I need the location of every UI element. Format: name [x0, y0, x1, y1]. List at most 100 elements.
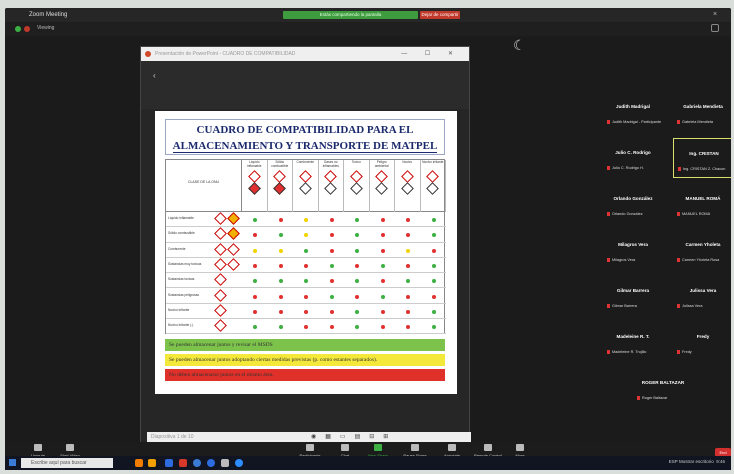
- row-label: Nocivo irritante (-): [168, 323, 194, 328]
- participant-tile[interactable]: Milagros Vera Milagros Vera: [603, 230, 663, 270]
- hazard-pictogram-icon: [324, 170, 338, 183]
- muted-mic-icon: [607, 166, 610, 170]
- participant-label: Orlando González: [612, 212, 643, 216]
- participant-tile[interactable]: Gilmar Barrera Gilmar Barrera: [603, 276, 663, 316]
- compatibility-dot: [406, 218, 410, 222]
- muted-mic-icon: [677, 120, 680, 124]
- app-icon[interactable]: [221, 459, 229, 467]
- app-icon[interactable]: [135, 459, 143, 467]
- participant-name: Madeleine R. T.: [616, 334, 650, 339]
- hazard-class-icon: [324, 182, 338, 195]
- participant-tile[interactable]: Ing. CRISTAN Ing. CRISTAN Z. Chacon: [673, 138, 731, 178]
- participant-tile[interactable]: Judith Madrigal Judith Madrigal - Partici…: [603, 92, 663, 132]
- muted-mic-icon: [607, 304, 610, 308]
- search-input[interactable]: Escribe aquí para buscar: [21, 458, 113, 468]
- compatibility-dot: [406, 248, 410, 253]
- window-controls[interactable]: — ☐ ✕: [401, 47, 461, 61]
- compatibility-dot: [304, 218, 308, 222]
- toolbar-icon: [66, 444, 74, 451]
- compatibility-dot: [253, 263, 257, 268]
- app-icon[interactable]: [148, 459, 156, 467]
- back-arrow-icon[interactable]: ‹: [153, 71, 156, 80]
- column-label: Nocivo: [402, 160, 413, 164]
- system-tray: ESP Mostrar escritorio 9:46: [669, 459, 725, 464]
- window-title: Zoom Meeting: [29, 12, 68, 18]
- windows-start-icon[interactable]: [9, 459, 16, 466]
- view-label[interactable]: Viewing: [37, 25, 54, 31]
- row-label: Sustancias peligrosas: [168, 292, 200, 297]
- compatibility-dot: [253, 294, 257, 299]
- app-icon[interactable]: [179, 459, 187, 467]
- participant-label: Julio C. Rodrigo H.: [612, 166, 644, 170]
- compatibility-dot: [406, 294, 410, 299]
- compatibility-dot: [329, 263, 334, 268]
- tray-text: ESP Mostrar escritorio: [668, 459, 714, 464]
- view-options-icon[interactable]: [711, 24, 719, 32]
- app-icon[interactable]: [207, 459, 215, 467]
- row-label: Sustancias muy toxicas: [168, 261, 202, 266]
- presenter-header: ‹: [141, 61, 469, 109]
- muted-mic-icon: [678, 167, 681, 171]
- zoom-app-icon[interactable]: [235, 459, 243, 467]
- compatibility-dot: [278, 263, 283, 268]
- hazard-class-icon: [349, 182, 363, 195]
- compatibility-dot: [329, 218, 334, 222]
- toolbar-icon: [411, 444, 419, 451]
- table-column-header: Comburente: [293, 160, 319, 212]
- close-icon[interactable]: ×: [713, 8, 717, 22]
- compatibility-dot: [355, 325, 359, 330]
- slide-title-line2: ALMACENAMIENTO Y TRANSPORTE DE MATPEL: [172, 140, 438, 153]
- muted-mic-icon: [677, 258, 680, 262]
- participant-label: Judith Madrigal - Participante: [612, 120, 662, 124]
- compatibility-dot: [431, 279, 436, 284]
- hazard-class-icon: [375, 182, 389, 195]
- compatibility-dot: [329, 294, 334, 299]
- app-icon[interactable]: [193, 459, 201, 467]
- row-label: Comburente: [168, 246, 186, 251]
- participant-tile[interactable]: Carmen Yholeta Carmen Yholeta Rosa: [673, 230, 731, 270]
- participant-name: Carmen Yholeta: [685, 242, 721, 247]
- powerpoint-icon: [145, 51, 151, 57]
- participant-tile[interactable]: ROGER BALTAZAR Roger Baltazar: [633, 368, 703, 408]
- column-label: Comburente: [296, 160, 315, 164]
- participant-name: Gabriela Mendieta: [683, 104, 723, 109]
- participant-tile[interactable]: MANUEL ROMÁ MANUEL ROMÁ: [673, 184, 731, 224]
- stop-share-button[interactable]: Dejar de compartir: [420, 11, 460, 19]
- hazard-pictogram-icon: [214, 242, 227, 256]
- hazard-pictogram-icon: [227, 227, 240, 241]
- muted-mic-icon: [607, 258, 610, 262]
- hazard-pictogram-icon: [214, 303, 227, 317]
- compatibility-dot: [329, 309, 334, 314]
- participant-tile[interactable]: Orlando González Orlando González: [603, 184, 663, 224]
- participant-tile[interactable]: Fredy Fredy: [673, 322, 731, 362]
- participant-tile[interactable]: Julio C. Rodrigo Julio C. Rodrigo H.: [603, 138, 663, 178]
- muted-mic-icon: [637, 396, 640, 400]
- hazard-pictogram-icon: [214, 227, 227, 241]
- table-row: Comburente: [166, 242, 446, 258]
- compatibility-dot: [329, 233, 334, 238]
- presenter-footer: Diapositiva 1 de 10 ◉▦▭▤⊟⊞: [141, 394, 471, 443]
- hazard-pictogram-icon: [273, 170, 287, 183]
- compatibility-dot: [278, 248, 283, 253]
- app-icon[interactable]: [165, 459, 173, 467]
- shared-window-titlebar: Presentación de PowerPoint - CUADRO DE C…: [141, 47, 469, 61]
- compatibility-dot: [304, 309, 308, 314]
- participant-tile[interactable]: Gabriela Mendieta Gabriela Mendieta: [673, 92, 731, 132]
- compatibility-dot: [431, 294, 436, 299]
- participant-tile[interactable]: Madeleine R. T. Madeleine R. Trujillo: [603, 322, 663, 362]
- muted-mic-icon: [677, 304, 680, 308]
- participant-tile[interactable]: Julissa Vera Julissa Vera: [673, 276, 731, 316]
- compatibility-dot: [253, 218, 257, 222]
- compatibility-dot: [278, 218, 283, 222]
- compatibility-dot: [304, 294, 308, 299]
- compatibility-dot: [406, 279, 410, 284]
- muted-mic-icon: [607, 120, 610, 124]
- shared-screen: Presentación de PowerPoint - CUADRO DE C…: [140, 46, 471, 444]
- table-column-header: Nocivo irritante: [421, 160, 446, 212]
- toolbar-icon: [484, 444, 492, 451]
- participant-name: Judith Madrigal: [616, 104, 650, 109]
- compatibility-dot: [380, 248, 385, 253]
- compatibility-dot: [431, 218, 436, 222]
- compatibility-dot: [380, 263, 385, 268]
- toolbar-icon: [448, 444, 456, 451]
